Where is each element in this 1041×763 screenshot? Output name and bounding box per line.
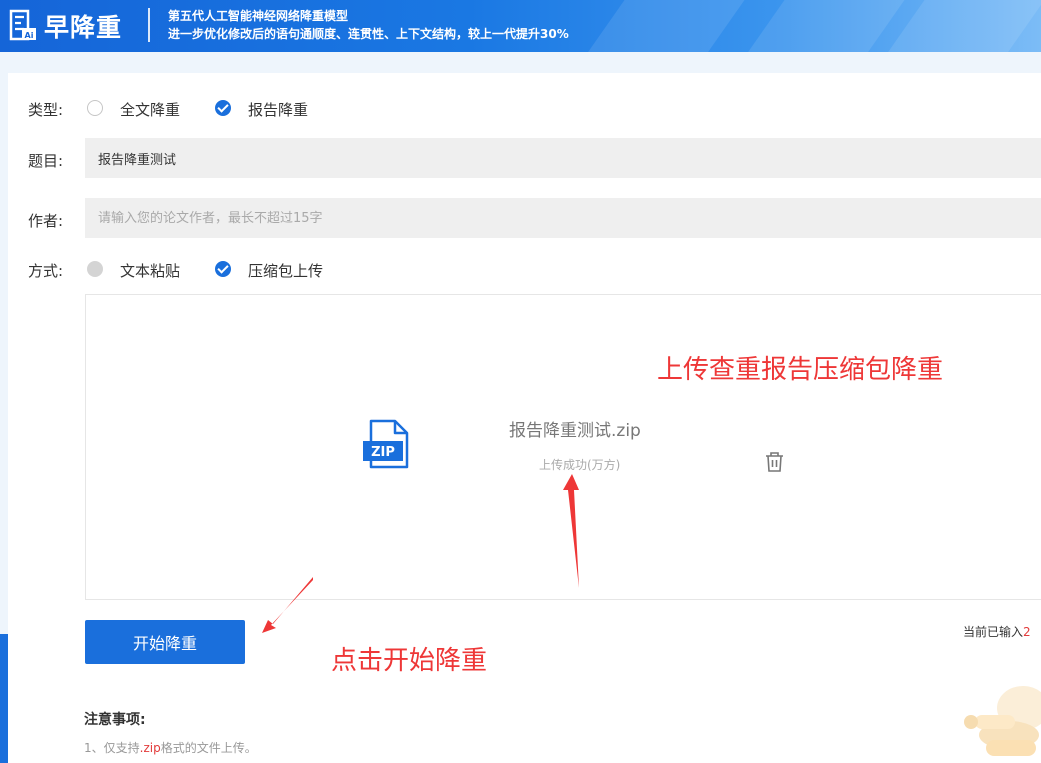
- banner-stripe: [561, 0, 759, 52]
- input-count-value: 2: [1023, 625, 1031, 639]
- left-accent-bar: [0, 634, 8, 763]
- zip-file-icon: ZIP: [363, 419, 409, 469]
- radio-zip-upload[interactable]: [215, 261, 231, 277]
- method-label: 方式:: [28, 262, 64, 280]
- brand-name[interactable]: 早降重: [44, 8, 122, 44]
- radio-text-paste[interactable]: [87, 261, 103, 277]
- start-annotation: 点击开始降重: [331, 646, 488, 676]
- radio-report[interactable]: [215, 100, 231, 116]
- header-divider: [148, 8, 150, 42]
- input-count-prefix: 当前已输入: [963, 625, 1024, 639]
- brand-logo-icon[interactable]: Ai: [8, 8, 38, 42]
- slogan-line-1: 第五代人工智能神经网络降重模型: [168, 9, 349, 23]
- option-full-text-label[interactable]: 全文降重: [120, 99, 180, 120]
- title-label: 题目:: [28, 152, 64, 170]
- svg-text:Ai: Ai: [25, 31, 34, 40]
- title-input[interactable]: [85, 138, 1041, 178]
- trash-icon[interactable]: [764, 451, 785, 473]
- uploaded-file-name: 报告降重测试.zip: [509, 421, 641, 441]
- upload-status: 上传成功(万方): [539, 458, 621, 472]
- option-zip-upload-label[interactable]: 压缩包上传: [248, 260, 323, 281]
- input-count: 当前已输入2: [963, 623, 1031, 640]
- note-item-1-prefix: 1、仅支持: [84, 741, 140, 755]
- note-item-1-highlight: .zip: [139, 741, 161, 755]
- decorative-illustration: [964, 686, 1041, 756]
- author-label: 作者:: [28, 212, 64, 230]
- zip-icon-text: ZIP: [371, 445, 395, 460]
- option-text-paste-label[interactable]: 文本粘贴: [120, 260, 180, 281]
- top-banner: Ai 早降重 第五代人工智能神经网络降重模型 进一步优化修改后的语句通顺度、连贯…: [0, 0, 1041, 52]
- upload-area[interactable]: [85, 294, 1041, 600]
- slogan-line-2: 进一步优化修改后的语句通顺度、连贯性、上下文结构，较上一代提升30%: [168, 27, 569, 41]
- radio-full-text[interactable]: [87, 100, 103, 116]
- type-label: 类型:: [28, 101, 64, 119]
- upload-annotation: 上传查重报告压缩包降重: [657, 355, 944, 385]
- start-button[interactable]: 开始降重: [85, 620, 245, 664]
- banner-stripe: [721, 0, 919, 52]
- author-input[interactable]: [85, 198, 1041, 238]
- note-item-1: 1、仅支持.zip格式的文件上传。: [84, 739, 257, 756]
- note-item-1-suffix: 格式的文件上传。: [160, 741, 257, 755]
- option-report-label[interactable]: 报告降重: [248, 99, 308, 120]
- notes-title: 注意事项:: [84, 712, 146, 728]
